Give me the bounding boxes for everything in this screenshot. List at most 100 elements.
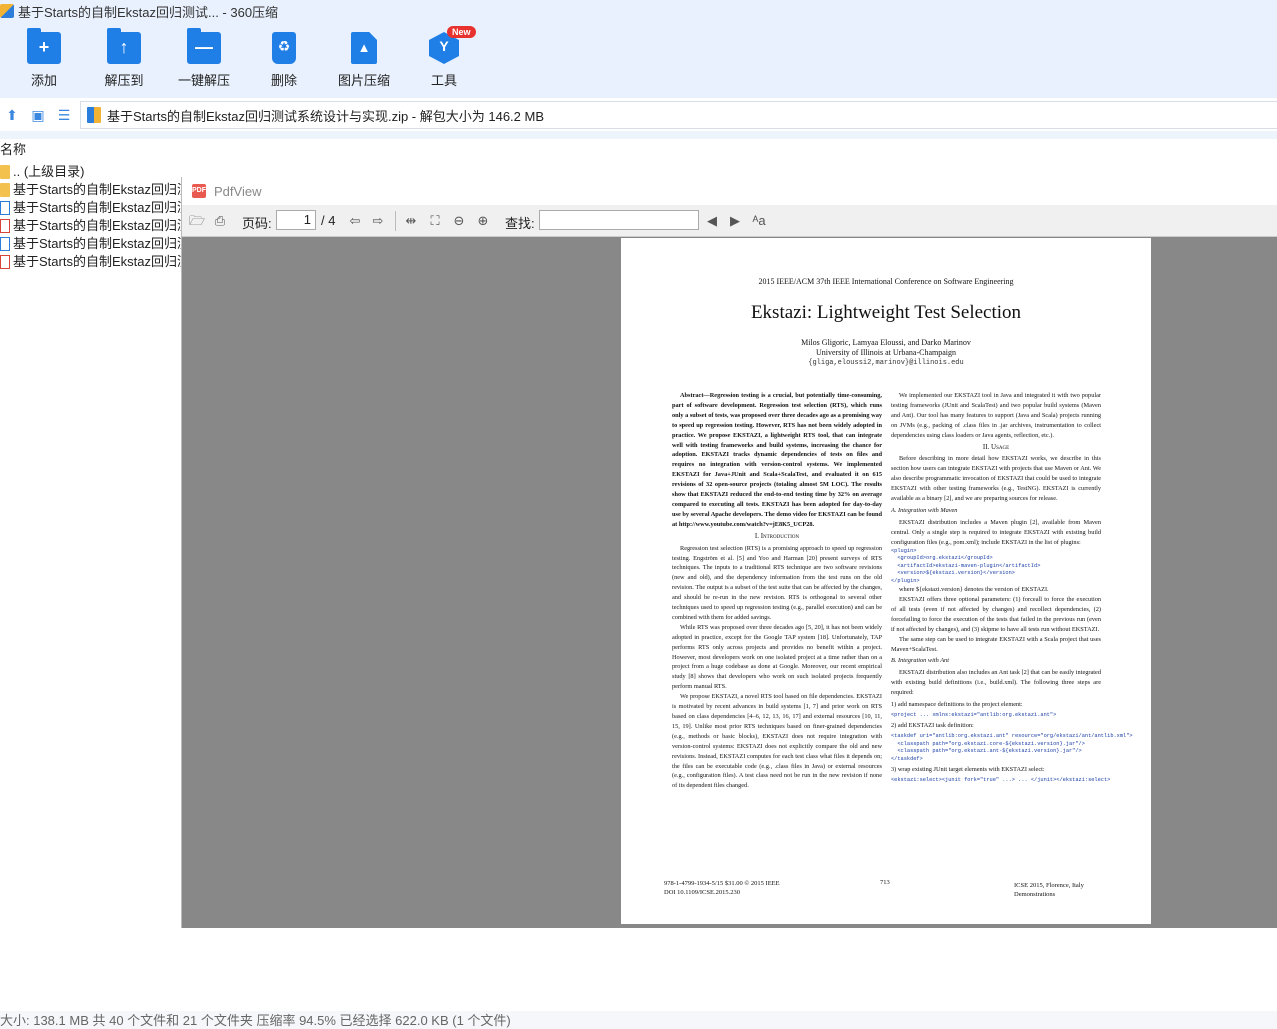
pdf-icon bbox=[0, 255, 10, 269]
extract-to-button[interactable]: ↑ 解压到 bbox=[84, 28, 164, 89]
one-click-extract-label: 一键解压 bbox=[177, 73, 230, 88]
window-title: 基于Starts的自制Ekstaz回归测试... - 360压缩 bbox=[18, 4, 279, 20]
page-label: 页码: bbox=[242, 216, 272, 231]
pdfview-window: PDF PdfView 🗁 ⎙ 页码: 1 / 4 ⇦ ⇨ ⇹ ⛶ ⊖ ⊕ 查找… bbox=[181, 177, 1277, 928]
pdfview-title: PdfView bbox=[214, 183, 262, 199]
subsection-heading: A. Integration with Maven bbox=[891, 506, 958, 514]
add-icon: + bbox=[27, 28, 61, 64]
footer-page-number: 713 bbox=[880, 879, 890, 886]
code-block: <project ... xmlns:ekstazi="antlib:org.e… bbox=[891, 711, 1057, 718]
file-name: 基于Starts的自制Ekstaz回归测试 bbox=[13, 254, 190, 269]
paragraph: EKSTAZI distribution includes a Maven pl… bbox=[891, 518, 1101, 546]
thumbnail-view-icon[interactable]: ▣ bbox=[29, 106, 47, 124]
code-block: <ekstazi:select><junit fork="true" ...> … bbox=[891, 777, 1111, 784]
image-compress-button[interactable]: ▲ 图片压缩 bbox=[324, 32, 404, 89]
paper-title: Ekstazi: Lightweight Test Selection bbox=[750, 302, 1022, 323]
pdfview-toolbar: 🗁 ⎙ 页码: 1 / 4 ⇦ ⇨ ⇹ ⛶ ⊖ ⊕ 查找: ◀ ▶ ᴬa bbox=[182, 205, 1277, 237]
delete-button[interactable]: ♻ 删除 bbox=[244, 32, 324, 89]
next-page-icon[interactable]: ⇨ bbox=[369, 212, 387, 230]
code-block: <taskdef uri="antlib:org.ekstazi.ant" re… bbox=[891, 733, 1133, 762]
pdf-viewport[interactable]: 2015 IEEE/ACM 37th IEEE International Co… bbox=[182, 238, 1277, 928]
add-button[interactable]: + 添加 bbox=[4, 28, 84, 89]
paragraph: We propose EKSTAZI, a novel RTS tool bas… bbox=[672, 693, 882, 790]
file-name: 基于Starts的自制Ekstaz回归测试 bbox=[13, 236, 190, 251]
paragraph: Before describing in more detail how EKS… bbox=[891, 455, 1101, 503]
pdf-icon bbox=[0, 219, 10, 233]
list-item[interactable]: 基于Starts的自制Ekstaz回归测试 bbox=[0, 253, 190, 271]
paragraph: where ${ekstazi.version} denotes the ver… bbox=[899, 586, 1049, 594]
file-name: 基于Starts的自制Ekstaz回归测试 bbox=[13, 182, 190, 197]
find-input[interactable] bbox=[539, 210, 699, 230]
right-column: We implemented our EKSTAZI tool in Java … bbox=[891, 391, 1133, 785]
find-next-icon[interactable]: ▶ bbox=[726, 212, 744, 230]
document-icon bbox=[0, 237, 10, 251]
zoom-out-icon[interactable]: ⊖ bbox=[450, 212, 468, 230]
open-file-icon[interactable]: 🗁 bbox=[188, 212, 206, 230]
section-heading: II. Usage bbox=[982, 442, 1010, 451]
image-file-icon: ▲ bbox=[351, 32, 377, 64]
list-item[interactable]: 基于Starts的自制Ekstaz回归测试 bbox=[0, 181, 190, 199]
paragraph: The same step can be used to integrate E… bbox=[891, 635, 1101, 653]
address-bar: ⬆ ▣ ☰ 基于Starts的自制Ekstaz回归测试系统设计与实现.zip -… bbox=[0, 99, 1277, 131]
file-name: .. (上级目录) bbox=[13, 164, 85, 179]
folder-icon bbox=[0, 165, 10, 179]
abstract: Abstract—Regression testing is a crucial… bbox=[672, 392, 882, 528]
page-number-input[interactable]: 1 bbox=[276, 210, 316, 230]
file-name: 基于Starts的自制Ekstaz回归测试 bbox=[13, 218, 190, 233]
app-icon bbox=[0, 4, 14, 18]
code-block: <plugin> <groupId>org.ekstazi</groupId> … bbox=[891, 547, 1041, 584]
list-item[interactable]: 基于Starts的自制Ekstaz回归测试 bbox=[0, 217, 190, 235]
footer-venue: ICSE 2015, Florence, Italy Demonstration… bbox=[1014, 882, 1084, 898]
affiliation: University of Illinois at Urbana-Champai… bbox=[816, 348, 956, 357]
footer-copyright: 978-1-4799-1934-5/15 $31.00 © 2015 IEEE … bbox=[664, 880, 780, 896]
paragraph: We implemented our EKSTAZI tool in Java … bbox=[891, 392, 1101, 439]
list-item[interactable]: 基于Starts的自制Ekstaz回归测试 bbox=[0, 199, 190, 217]
title-bar: 基于Starts的自制Ekstaz回归测试... - 360压缩 bbox=[0, 0, 1277, 22]
left-column: Abstract—Regression testing is a crucial… bbox=[672, 391, 882, 791]
find-prev-icon[interactable]: ◀ bbox=[703, 212, 721, 230]
main-toolbar: + 添加 ↑ 解压到 — 一键解压 ♻ 删除 ▲ 图片压缩 Y 工具 New bbox=[0, 22, 1277, 98]
page-total: / 4 bbox=[321, 213, 336, 228]
find-label: 查找: bbox=[505, 216, 535, 231]
add-label: 添加 bbox=[30, 73, 57, 88]
prev-page-icon[interactable]: ⇦ bbox=[346, 212, 364, 230]
match-case-icon[interactable]: ᴬa bbox=[750, 212, 768, 230]
paragraph: Regression test selection (RTS) is a pro… bbox=[672, 544, 882, 621]
file-name: 基于Starts的自制Ekstaz回归测试 bbox=[13, 200, 190, 215]
path-field[interactable]: 基于Starts的自制Ekstaz回归测试系统设计与实现.zip - 解包大小为… bbox=[80, 101, 1277, 129]
tools-button[interactable]: Y 工具 bbox=[404, 32, 484, 89]
column-header-name[interactable]: 名称 bbox=[0, 139, 1277, 161]
folder-icon bbox=[0, 183, 10, 197]
conference-header: 2015 IEEE/ACM 37th IEEE International Co… bbox=[758, 277, 1014, 286]
step-text: 1) add namespace definitions to the proj… bbox=[891, 701, 1023, 709]
author-block: Milos Gligoric, Lamyaa Eloussi, and Dark… bbox=[621, 338, 1151, 368]
pdf-app-icon: PDF bbox=[192, 184, 206, 198]
pdfview-title-bar: PDF PdfView bbox=[182, 177, 1277, 205]
tools-label: 工具 bbox=[430, 73, 457, 88]
up-arrow-icon[interactable]: ⬆ bbox=[3, 106, 21, 124]
file-list: .. (上级目录) 基于Starts的自制Ekstaz回归测试 基于Starts… bbox=[0, 163, 190, 271]
paragraph: While RTS was proposed over three decade… bbox=[672, 623, 882, 691]
fit-page-icon[interactable]: ⛶ bbox=[426, 212, 444, 230]
subsection-heading: B. Integration with Ant bbox=[891, 657, 949, 665]
list-item[interactable]: 基于Starts的自制Ekstaz回归测试 bbox=[0, 235, 190, 253]
list-item[interactable]: .. (上级目录) bbox=[0, 163, 190, 181]
authors: Milos Gligoric, Lamyaa Eloussi, and Dark… bbox=[801, 338, 971, 347]
header-separator bbox=[0, 131, 1277, 139]
delete-label: 删除 bbox=[270, 73, 297, 88]
pdf-page: 2015 IEEE/ACM 37th IEEE International Co… bbox=[621, 238, 1151, 924]
new-badge: New bbox=[447, 26, 476, 38]
emails: {gliga,eloussi2,marinov}@illinois.edu bbox=[808, 359, 964, 367]
zoom-in-icon[interactable]: ⊕ bbox=[474, 212, 492, 230]
recycle-bin-icon: ♻ bbox=[272, 32, 296, 64]
fit-width-icon[interactable]: ⇹ bbox=[402, 212, 420, 230]
image-compress-label: 图片压缩 bbox=[337, 73, 390, 88]
extract-to-label: 解压到 bbox=[104, 73, 144, 88]
step-text: 3) wrap existing JUnit target elements w… bbox=[891, 766, 1045, 774]
one-click-extract-button[interactable]: — 一键解压 bbox=[164, 28, 244, 89]
archive-path: 基于Starts的自制Ekstaz回归测试系统设计与实现.zip - 解包大小为… bbox=[107, 108, 545, 124]
toolbar-divider bbox=[395, 211, 396, 231]
print-icon[interactable]: ⎙ bbox=[211, 212, 229, 230]
step-text: 2) add EKSTAZI task definition: bbox=[891, 722, 974, 730]
list-view-icon[interactable]: ☰ bbox=[55, 106, 73, 124]
